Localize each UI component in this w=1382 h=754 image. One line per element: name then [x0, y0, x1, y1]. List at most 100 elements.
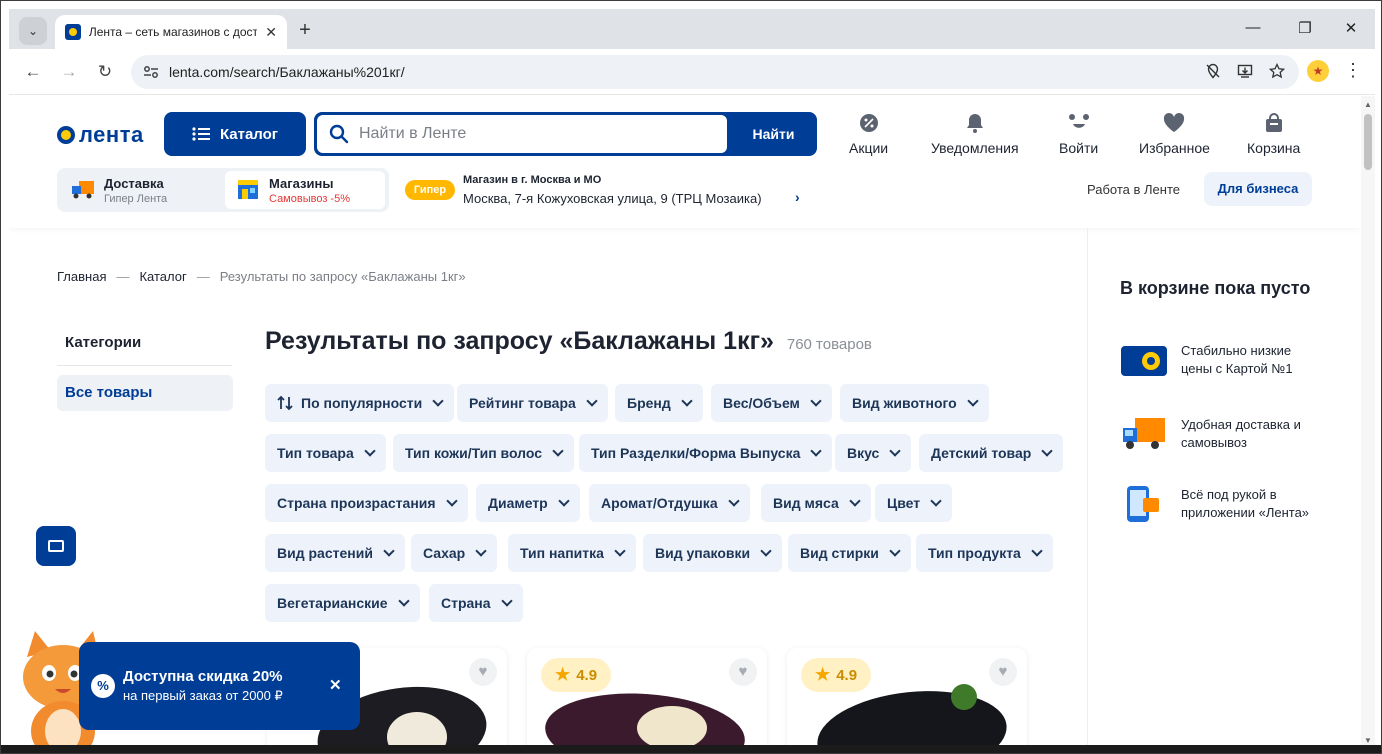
filter-label: Вид мяса: [773, 495, 839, 511]
filter-chip[interactable]: Рейтинг товара: [457, 384, 608, 422]
breadcrumb-catalog[interactable]: Каталог: [139, 269, 186, 284]
product-card[interactable]: ★ 4.9 ♥: [787, 648, 1027, 753]
cart-bag-icon: [1263, 112, 1285, 134]
tab-search-button[interactable]: ⌄: [19, 17, 47, 45]
careers-link[interactable]: Работа в Ленте: [1087, 182, 1180, 197]
sort-popularity-chip[interactable]: По популярности: [265, 384, 455, 422]
search-box: [317, 115, 727, 153]
web-page: лента Каталог Найти Акции: [9, 96, 1375, 753]
cart-link[interactable]: Корзина: [1247, 112, 1300, 156]
filter-chip[interactable]: Вегетарианские: [265, 584, 420, 622]
favorite-heart-icon[interactable]: ♥: [469, 658, 497, 686]
site-settings-icon[interactable]: [143, 65, 159, 79]
rating-value: 4.9: [836, 666, 858, 684]
filter-chip[interactable]: Диаметр: [476, 484, 580, 522]
filter-chip[interactable]: Тип Разделки/Форма Выпуска: [579, 434, 833, 472]
breadcrumb-separator: —: [196, 269, 210, 284]
product-card[interactable]: ★ 4.9 ♥: [527, 648, 767, 753]
chevron-down-icon: [364, 445, 376, 457]
extension-icon[interactable]: ★: [1307, 60, 1329, 82]
stores-subtitle: Самовывоз -5%: [269, 192, 350, 205]
filter-chip[interactable]: Вид животного: [840, 384, 989, 422]
favorites-link[interactable]: Избранное: [1139, 112, 1210, 156]
active-tab[interactable]: Лента – сеть магазинов с доставкой ✕: [55, 15, 287, 49]
location-off-icon[interactable]: [1205, 63, 1221, 83]
filter-chip[interactable]: Вид мяса: [761, 484, 871, 522]
search-submit-button[interactable]: Найти: [730, 112, 817, 156]
search-input[interactable]: [359, 125, 699, 143]
chat-button[interactable]: [36, 526, 76, 566]
breadcrumb-home[interactable]: Главная: [57, 269, 106, 284]
perk-delivery: Удобная доставка и самовывоз: [1121, 416, 1321, 452]
filter-chip[interactable]: Вид стирки: [788, 534, 911, 572]
filter-chip[interactable]: Тип товара: [265, 434, 386, 472]
close-window-button[interactable]: ✕: [1339, 19, 1363, 37]
address-bar[interactable]: lenta.com/search/Баклажаны%201кг/: [131, 55, 1299, 89]
page-scrollbar[interactable]: ▲ ▼: [1361, 96, 1375, 753]
browser-menu-icon[interactable]: ⋮: [1343, 60, 1363, 81]
bookmark-star-icon[interactable]: [1268, 62, 1286, 83]
scroll-down-arrow-icon[interactable]: ▼: [1364, 736, 1372, 745]
filter-chip[interactable]: Вид упаковки: [643, 534, 783, 572]
forward-button[interactable]: →: [57, 60, 81, 84]
promos-link[interactable]: Акции: [849, 112, 888, 156]
login-label: Войти: [1059, 140, 1099, 156]
scroll-thumb[interactable]: [1364, 114, 1372, 170]
minimize-button[interactable]: —: [1241, 19, 1265, 36]
filter-chip[interactable]: Страна произрастания: [265, 484, 468, 522]
filter-chip[interactable]: Вкус: [835, 434, 912, 472]
chevron-down-icon: [383, 545, 395, 557]
scroll-up-arrow-icon[interactable]: ▲: [1364, 100, 1372, 109]
business-button[interactable]: Для бизнеса: [1204, 172, 1312, 206]
bell-icon: [964, 112, 986, 134]
reload-button[interactable]: ↻: [93, 60, 117, 84]
sidebar-item-all-products[interactable]: Все товары: [57, 375, 233, 411]
filter-chip[interactable]: Тип продукта: [916, 534, 1053, 572]
search-icon: [329, 124, 349, 144]
menu-icon: [192, 127, 210, 141]
favorite-heart-icon[interactable]: ♥: [989, 658, 1017, 686]
tab-bar: ⌄ Лента – сеть магазинов с доставкой ✕ +…: [9, 9, 1375, 49]
new-tab-button[interactable]: +: [293, 19, 317, 42]
chevron-right-icon[interactable]: ›: [795, 189, 800, 205]
empty-cart-title: В корзине пока пусто: [1120, 278, 1311, 298]
back-button[interactable]: ←: [21, 60, 45, 84]
browser-window: ⌄ Лента – сеть магазинов с доставкой ✕ +…: [0, 0, 1382, 754]
filter-chip[interactable]: Вес/Объем: [711, 384, 832, 422]
filter-chip[interactable]: Бренд: [615, 384, 703, 422]
delivery-option[interactable]: Доставка Гипер Лента: [60, 171, 220, 209]
filter-label: Бренд: [627, 395, 671, 411]
percent-icon: [858, 112, 880, 134]
catalog-button[interactable]: Каталог: [164, 112, 306, 156]
heart-icon: [1163, 112, 1185, 134]
chevron-down-icon: [475, 545, 487, 557]
breadcrumb-current: Результаты по запросу «Баклажаны 1кг»: [219, 269, 466, 284]
filter-chip[interactable]: Детский товар: [919, 434, 1064, 472]
filter-chip[interactable]: Аромат/Отдушка: [589, 484, 750, 522]
install-app-icon[interactable]: [1237, 63, 1253, 83]
filter-label: Рейтинг товара: [469, 395, 576, 411]
filter-label: Вид упаковки: [655, 545, 751, 561]
delivery-mode-switch: Доставка Гипер Лента Магазины Самовывоз …: [57, 168, 389, 212]
favorite-heart-icon[interactable]: ♥: [729, 658, 757, 686]
filter-label: Вид животного: [852, 395, 957, 411]
filter-chip[interactable]: Тип кожи/Тип волос: [393, 434, 575, 472]
filter-chip[interactable]: Цвет: [875, 484, 953, 522]
login-link[interactable]: Войти: [1059, 112, 1098, 156]
lenta-favicon-icon: [65, 24, 81, 40]
promo-close-button[interactable]: ✕: [329, 676, 342, 694]
tab-close-icon[interactable]: ✕: [265, 24, 277, 41]
filter-chip[interactable]: Сахар: [411, 534, 498, 572]
notifications-label: Уведомления: [931, 140, 1019, 156]
lenta-logo[interactable]: лента: [57, 122, 144, 148]
maximize-button[interactable]: ❐: [1293, 19, 1317, 37]
filter-chip[interactable]: Тип напитка: [508, 534, 636, 572]
notifications-link[interactable]: Уведомления: [931, 112, 1019, 156]
store-address[interactable]: Москва, 7-я Кожуховская улица, 9 (ТРЦ Мо…: [463, 191, 762, 206]
filter-chip[interactable]: Вид растений: [265, 534, 405, 572]
stores-option[interactable]: Магазины Самовывоз -5%: [225, 171, 385, 209]
filter-label: По популярности: [301, 395, 423, 411]
filter-chip[interactable]: Страна: [429, 584, 523, 622]
chat-icon: [48, 540, 64, 552]
filter-label: Вкус: [847, 445, 880, 461]
